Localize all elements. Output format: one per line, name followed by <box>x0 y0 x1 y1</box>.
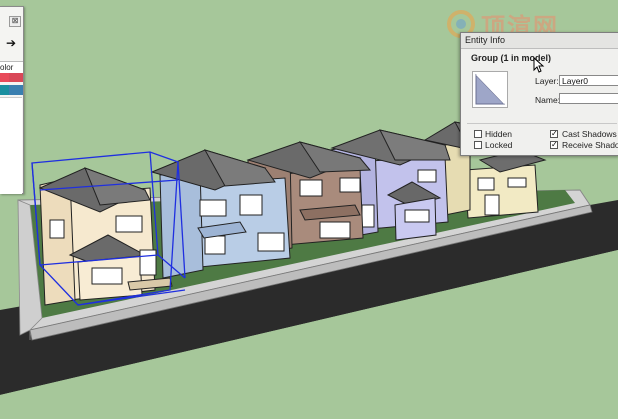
dialog-divider <box>467 123 617 124</box>
entity-info-dialog: Entity Info Group (1 in model) Layer: La… <box>460 32 618 156</box>
layer-label: Layer: <box>535 76 559 86</box>
materials-tray: ⊠ ➔ olor <box>0 6 24 194</box>
forward-arrow-icon[interactable]: ➔ <box>6 36 20 50</box>
receive-shadows-checkbox[interactable]: ✓ <box>550 141 558 149</box>
color-swatch-red[interactable] <box>0 73 9 82</box>
hidden-label: Hidden <box>485 129 512 139</box>
hidden-checkbox[interactable] <box>474 130 482 138</box>
locked-checkbox[interactable] <box>474 141 482 149</box>
dialog-title: Entity Info <box>465 35 506 45</box>
color-swatch-teal[interactable] <box>0 85 9 95</box>
material-thumbnail[interactable] <box>472 71 508 108</box>
dialog-title-bar[interactable]: Entity Info <box>461 33 618 49</box>
cast-shadows-checkbox[interactable]: ✓ <box>550 130 558 138</box>
color-swatch-rose[interactable] <box>9 73 23 82</box>
name-input[interactable] <box>559 93 618 104</box>
close-icon[interactable]: ⊠ <box>9 16 21 27</box>
locked-label: Locked <box>485 140 513 150</box>
mouse-cursor-icon <box>533 57 545 73</box>
material-list[interactable] <box>0 97 22 194</box>
name-label: Name: <box>535 95 561 105</box>
color-swatch-blue[interactable] <box>9 85 23 95</box>
cast-shadows-label: Cast Shadows <box>562 129 617 139</box>
material-preview-icon <box>475 73 506 105</box>
layer-select[interactable]: Layer0 <box>559 75 618 86</box>
receive-shadows-label: Receive Shadows <box>562 140 618 150</box>
